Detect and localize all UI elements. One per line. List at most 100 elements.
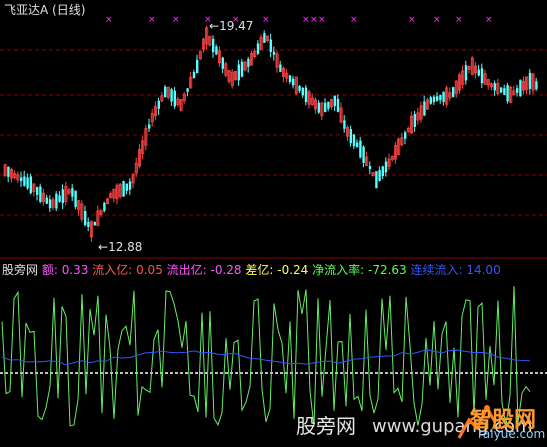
candle-body — [23, 176, 26, 186]
candle-body — [26, 177, 29, 189]
candle-body — [173, 90, 176, 107]
signal-marker: × — [350, 15, 358, 25]
candle-body — [384, 161, 388, 173]
indicator-readout-bar: 股旁网 额: 0.33 流入亿: 0.05 流出亿: -0.28 差亿: -0.… — [2, 263, 501, 277]
candle-body — [256, 43, 260, 54]
watermark-site-name: 股旁网 — [296, 414, 356, 438]
candle-body — [336, 98, 340, 112]
indicator-item-value: 14.00 — [462, 263, 501, 277]
candle-body — [36, 187, 39, 195]
candle-body — [493, 83, 496, 91]
candle-body — [240, 61, 244, 77]
candle-body — [503, 88, 506, 95]
candle-body — [186, 88, 189, 92]
candle-body — [477, 69, 480, 76]
indicator-item-value: -0.28 — [206, 263, 242, 277]
high-price-value: 19.47 — [219, 19, 254, 33]
candle-body — [349, 129, 352, 144]
candle-body — [439, 95, 442, 101]
candle-body — [381, 166, 384, 177]
candle-body — [125, 183, 128, 191]
candle-body — [359, 140, 362, 158]
candle-body — [279, 64, 282, 72]
candle-body — [535, 81, 538, 90]
high-price-label: ←19.47 — [209, 19, 253, 33]
candle-body — [192, 72, 196, 79]
signal-marker: × — [148, 15, 156, 25]
candle-body — [356, 142, 359, 147]
indicator-name[interactable]: 股旁网 — [2, 263, 38, 277]
indicator-item-value: -72.63 — [364, 263, 407, 277]
stock-name: 飞亚达A — [4, 3, 49, 17]
candle-body — [39, 186, 42, 202]
candle-body — [61, 189, 64, 204]
candle-body — [413, 114, 416, 127]
indicator-item-value: 0.33 — [57, 263, 89, 277]
candle-body — [506, 85, 509, 102]
candle-body — [292, 78, 295, 86]
high-arrow-icon: ← — [209, 19, 220, 33]
low-price-label: ←12.88 — [98, 240, 142, 254]
low-price-value: 12.88 — [108, 240, 143, 254]
candle-body — [87, 221, 90, 227]
candle-body — [333, 95, 336, 107]
continuous-inflow-line — [1, 349, 531, 366]
chart-title: 飞亚达A (日线) — [4, 3, 85, 17]
candle-body — [7, 166, 10, 177]
candle-body — [500, 87, 503, 93]
indicator-item-value: 0.05 — [132, 263, 163, 277]
candle-body — [352, 134, 356, 147]
candle-body — [324, 102, 327, 113]
candle-body — [215, 46, 218, 55]
signal-marker: × — [455, 15, 463, 25]
signal-marker: × — [172, 15, 180, 25]
candle-body — [423, 101, 426, 116]
signal-marker: × — [105, 15, 113, 25]
candle-body — [29, 176, 32, 194]
candle-body — [237, 64, 240, 81]
indicator-item: 净流入率: -72.63 — [308, 263, 407, 277]
candle-body — [71, 188, 74, 197]
indicator-item: 流出亿: -0.28 — [163, 263, 242, 277]
price-chart-canvas[interactable]: × × × × × × × × × × × × × × — [0, 0, 547, 447]
candle-body — [48, 199, 52, 209]
candle-body — [45, 197, 48, 204]
candle-body — [429, 97, 432, 104]
candle-body — [20, 177, 23, 182]
indicator-item-label: 差亿: — [241, 263, 274, 277]
candle-body — [128, 181, 132, 190]
candle-body — [122, 181, 125, 197]
candle-body — [103, 202, 106, 211]
low-arrow-icon: ← — [98, 240, 109, 254]
indicator-item-value: -0.24 — [273, 263, 309, 277]
candle-body — [58, 195, 61, 202]
indicator-item-label: 额: — [41, 263, 58, 277]
candle-body — [157, 100, 160, 109]
candle-body — [362, 146, 365, 163]
candle-body — [263, 33, 266, 43]
signal-marker: × — [408, 15, 416, 25]
candle-body — [519, 80, 522, 97]
candle-body — [368, 166, 372, 170]
candle-body — [378, 170, 381, 181]
indicator-item: 差亿: -0.24 — [241, 263, 309, 277]
candle-body — [247, 58, 250, 67]
candle-body — [93, 221, 96, 226]
candle-body — [298, 85, 301, 91]
candle-body — [55, 193, 58, 209]
candle-body — [272, 51, 276, 55]
candle-body — [170, 89, 173, 102]
indicator-item-label: 连续流入: — [406, 263, 463, 277]
candle-body — [74, 190, 77, 207]
indicator-item: 连续流入: 14.00 — [406, 263, 501, 277]
signal-marker: × — [485, 15, 493, 25]
candle-body — [84, 210, 87, 226]
candle-body — [317, 102, 320, 113]
net-inflow-line — [1, 285, 531, 427]
signal-marker: × — [318, 15, 326, 25]
candle-body — [404, 132, 407, 139]
candle-body — [432, 96, 436, 102]
stock-chart-window: × × × × × × × × × × × × × × 飞亚达A (日线) ←19.47 ←12.88 股… — [0, 0, 547, 447]
candle-body — [436, 96, 439, 101]
candle-body — [516, 88, 519, 93]
